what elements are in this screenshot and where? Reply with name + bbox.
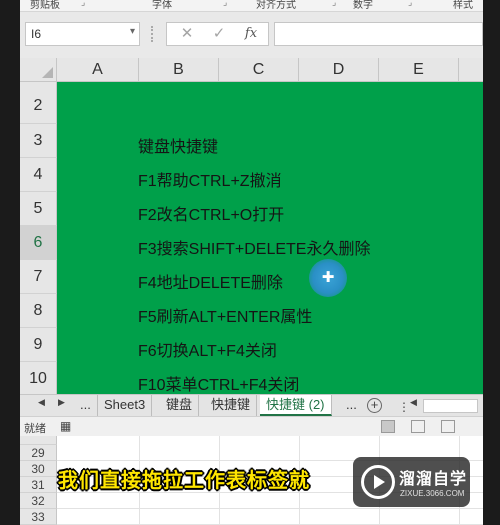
- ribbon-group-font[interactable]: 字体: [152, 0, 172, 11]
- status-bar: 就绪 ▦: [20, 416, 483, 436]
- cell-b4[interactable]: F1帮助CTRL+Z撤消: [138, 167, 282, 191]
- sheet-tab-bar: ◀ ▶ ... Sheet3 键盘 快捷键 快捷键 (2) ... + ⋮ ◀: [20, 394, 483, 416]
- cell-b9[interactable]: F6切换ALT+F4关闭: [138, 337, 277, 361]
- cell-b8[interactable]: F5刷新ALT+ENTER属性: [138, 303, 312, 327]
- name-box-value: I6: [31, 27, 42, 41]
- tab-split-handle-icon[interactable]: ⋮: [398, 400, 410, 414]
- enter-check-icon[interactable]: ✓: [204, 22, 234, 46]
- video-subtitle: 我们直接拖拉工作表标签就: [58, 470, 310, 492]
- watermark-url: ZIXUE.3066.COM: [400, 489, 465, 498]
- select-all-triangle-icon: [42, 67, 53, 78]
- page-break-view-button[interactable]: [441, 420, 455, 433]
- row-header-3[interactable]: 3: [20, 124, 57, 158]
- normal-view-button[interactable]: [381, 420, 395, 433]
- sheet-tab-sheet3[interactable]: Sheet3: [98, 395, 153, 416]
- play-triangle-icon: [374, 475, 385, 489]
- dialog-launcher-icon[interactable]: ⌟: [408, 0, 412, 8]
- cross-cursor-icon: ✚: [321, 269, 335, 286]
- hscroll-left-icon[interactable]: ◀: [410, 397, 417, 408]
- row-header-6[interactable]: 6: [20, 226, 57, 260]
- row-header-32[interactable]: 32: [20, 493, 57, 509]
- sheet-tab-shortcuts-2[interactable]: 快捷键 (2): [260, 395, 332, 416]
- dialog-launcher-icon[interactable]: ⌟: [223, 0, 227, 8]
- row-header-2[interactable]: 2: [20, 82, 57, 124]
- ribbon-group-alignment[interactable]: 对齐方式: [256, 0, 296, 11]
- tabs-more-left[interactable]: ...: [74, 395, 98, 416]
- ribbon-group-number[interactable]: 数字: [353, 0, 373, 11]
- play-logo-icon: [361, 465, 395, 499]
- row-header-8[interactable]: 8: [20, 294, 57, 328]
- add-sheet-button[interactable]: +: [367, 398, 382, 413]
- scroll-tabs-left-icon[interactable]: ◀: [38, 397, 45, 408]
- cell-b5[interactable]: F2改名CTRL+O打开: [138, 201, 284, 225]
- formula-bar-grip[interactable]: [151, 26, 153, 42]
- cell-b10[interactable]: F10菜单CTRL+F4关闭: [138, 371, 299, 394]
- row-header-4[interactable]: 4: [20, 158, 57, 192]
- excel-window: 剪贴板 ⌟ 字体 ⌟ 对齐方式 ⌟ 数字 ⌟ 样式 I6 ▾ ✕ ✓ fx A …: [0, 0, 500, 525]
- ribbon-group-styles[interactable]: 样式: [453, 0, 473, 11]
- column-header-a[interactable]: A: [57, 58, 139, 82]
- sheet-tab-keyboard[interactable]: 键盘: [160, 395, 200, 416]
- formula-bar: I6 ▾ ✕ ✓ fx: [20, 12, 483, 58]
- ribbon-group-bar: 剪贴板 ⌟ 字体 ⌟ 对齐方式 ⌟ 数字 ⌟ 样式: [20, 0, 483, 12]
- ribbon-group-clipboard[interactable]: 剪贴板: [30, 0, 60, 11]
- column-header-e[interactable]: E: [379, 58, 459, 82]
- cell-b6[interactable]: F3搜索SHIFT+DELETE永久删除: [138, 235, 370, 259]
- macro-record-icon[interactable]: ▦: [60, 419, 71, 433]
- worksheet-grid[interactable]: A B C D E 2 3 4 5 6 7 8 9 10 键盘快捷键 F1帮助C…: [20, 58, 483, 394]
- row-header-10[interactable]: 10: [20, 362, 57, 394]
- cancel-icon[interactable]: ✕: [172, 22, 202, 46]
- page-layout-view-button[interactable]: [411, 420, 425, 433]
- insert-function-icon[interactable]: fx: [236, 22, 266, 46]
- row-header-29[interactable]: 29: [20, 445, 57, 461]
- column-header-b[interactable]: B: [139, 58, 219, 82]
- horizontal-scrollbar[interactable]: [423, 399, 478, 413]
- select-all-button[interactable]: [20, 58, 57, 82]
- column-header-d[interactable]: D: [299, 58, 379, 82]
- formula-input[interactable]: [274, 22, 483, 46]
- cell-b3[interactable]: 键盘快捷键: [138, 133, 218, 157]
- dialog-launcher-icon[interactable]: ⌟: [332, 0, 336, 8]
- column-header-c[interactable]: C: [219, 58, 299, 82]
- row-header-28[interactable]: [20, 436, 57, 445]
- column-header-f[interactable]: [459, 58, 483, 82]
- tabs-more-right[interactable]: ...: [340, 395, 363, 416]
- watermark-logo: 溜溜自学 ZIXUE.3066.COM: [353, 457, 470, 507]
- gridline: [57, 508, 483, 509]
- row-header-7[interactable]: 7: [20, 260, 57, 294]
- row-header-30[interactable]: 30: [20, 461, 57, 477]
- watermark-brand: 溜溜自学: [399, 471, 468, 488]
- mouse-cursor-highlight: ✚: [309, 259, 347, 297]
- cell-b7[interactable]: F4地址DELETE删除: [138, 269, 283, 293]
- dialog-launcher-icon[interactable]: ⌟: [81, 0, 85, 8]
- status-ready: 就绪: [24, 423, 46, 435]
- scroll-tabs-right-icon[interactable]: ▶: [58, 397, 65, 408]
- row-header-33[interactable]: 33: [20, 509, 57, 525]
- chevron-down-icon[interactable]: ▾: [130, 26, 135, 37]
- row-header-9[interactable]: 9: [20, 328, 57, 362]
- sheet-tab-shortcuts[interactable]: 快捷键: [205, 395, 258, 416]
- name-box[interactable]: I6 ▾: [25, 22, 140, 46]
- row-header-5[interactable]: 5: [20, 192, 57, 226]
- row-header-31[interactable]: 31: [20, 477, 57, 493]
